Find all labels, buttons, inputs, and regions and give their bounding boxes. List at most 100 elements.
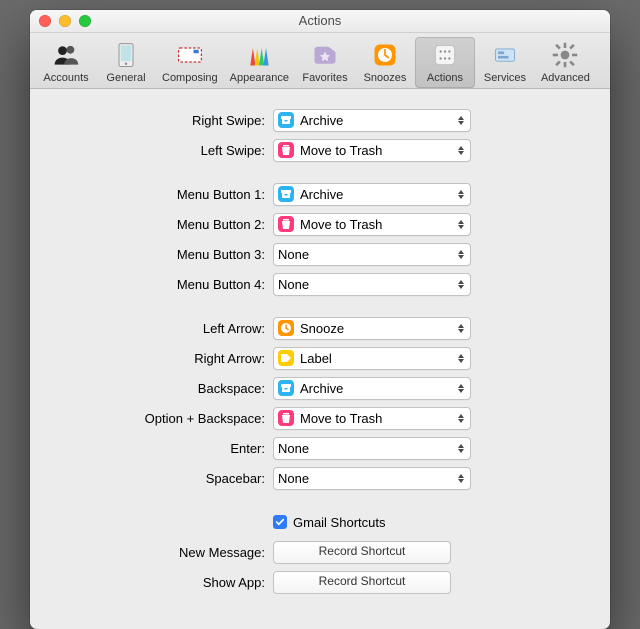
snoozes-icon (369, 39, 401, 71)
swipe-group: Right Swipe: Archive Left Swipe: Move to Tr… (60, 107, 580, 163)
chevron-updown-icon (455, 378, 467, 399)
toolbar-tab-favorites[interactable]: Favorites (295, 37, 355, 88)
composing-icon (174, 39, 206, 71)
swipe-value: Archive (300, 113, 343, 128)
swipe-value: Move to Trash (300, 143, 382, 158)
menu-button-select[interactable]: None (273, 273, 471, 296)
record-shortcut-new-message[interactable]: Record Shortcut (273, 541, 451, 564)
menu-button-row: Menu Button 3: None (60, 241, 580, 267)
key-value: Move to Trash (300, 411, 382, 426)
toolbar-tab-appearance[interactable]: Appearance (224, 37, 295, 88)
toolbar-tab-composing[interactable]: Composing (156, 37, 224, 88)
gmail-shortcuts-label: Gmail Shortcuts (293, 515, 385, 530)
key-row: Left Arrow: Snooze (60, 315, 580, 341)
preferences-toolbar: Accounts General Composing Appearance Fa… (30, 33, 610, 89)
trash-icon (278, 410, 294, 426)
toolbar-tab-accounts[interactable]: Accounts (36, 37, 96, 88)
menu-button-label: Menu Button 1: (60, 187, 273, 202)
preferences-window: Actions Accounts General Composing Ap (30, 10, 610, 629)
trash-icon (278, 216, 294, 232)
chevron-updown-icon (455, 244, 467, 265)
archive-icon (278, 380, 294, 396)
minimize-window-button[interactable] (59, 15, 71, 27)
chevron-updown-icon (455, 408, 467, 429)
titlebar: Actions (30, 10, 610, 33)
menu-button-value: None (278, 247, 309, 262)
general-icon (110, 39, 142, 71)
menu-button-group: Menu Button 1:Archive Menu Button 2:Move … (60, 181, 580, 297)
record-shortcut-show-app[interactable]: Record Shortcut (273, 571, 451, 594)
label-icon (278, 350, 294, 366)
key-label: Enter: (60, 441, 273, 456)
menu-button-select[interactable]: None (273, 243, 471, 266)
key-value: Snooze (300, 321, 344, 336)
key-row: Option + Backspace: Move to Trash (60, 405, 580, 431)
archive-icon (278, 186, 294, 202)
key-row: Enter: None (60, 435, 580, 461)
key-select[interactable]: None (273, 467, 471, 490)
chevron-updown-icon (455, 140, 467, 161)
key-row: Right Arrow: Label (60, 345, 580, 371)
menu-button-select[interactable]: Move to Trash (273, 213, 471, 236)
key-value: Label (300, 351, 332, 366)
toolbar-tab-snoozes[interactable]: Snoozes (355, 37, 415, 88)
shortcuts-group: Gmail Shortcuts New Message: Record Shor… (60, 509, 580, 595)
chevron-updown-icon (455, 318, 467, 339)
key-value: None (278, 441, 309, 456)
actions-icon (429, 39, 461, 71)
key-select[interactable]: None (273, 437, 471, 460)
key-label: Spacebar: (60, 471, 273, 486)
key-select[interactable]: Archive (273, 377, 471, 400)
accounts-icon (50, 39, 82, 71)
menu-button-label: Menu Button 4: (60, 277, 273, 292)
key-select[interactable]: Move to Trash (273, 407, 471, 430)
swipe-row: Right Swipe: Archive (60, 107, 580, 133)
key-label: Left Arrow: (60, 321, 273, 336)
swipe-row: Left Swipe: Move to Trash (60, 137, 580, 163)
menu-button-value: None (278, 277, 309, 292)
swipe-select[interactable]: Move to Trash (273, 139, 471, 162)
zoom-window-button[interactable] (79, 15, 91, 27)
show-app-label: Show App: (60, 575, 273, 590)
key-label: Right Arrow: (60, 351, 273, 366)
chevron-updown-icon (455, 110, 467, 131)
window-title: Actions (30, 10, 610, 32)
key-value: Archive (300, 381, 343, 396)
checkbox-checked-icon (273, 515, 287, 529)
key-value: None (278, 471, 309, 486)
advanced-icon (549, 39, 581, 71)
toolbar-tab-advanced[interactable]: Advanced (535, 37, 596, 88)
snooze-icon (278, 320, 294, 336)
chevron-updown-icon (455, 214, 467, 235)
appearance-icon (243, 39, 275, 71)
chevron-updown-icon (455, 274, 467, 295)
trash-icon (278, 142, 294, 158)
swipe-label: Left Swipe: (60, 143, 273, 158)
menu-button-row: Menu Button 2:Move to Trash (60, 211, 580, 237)
swipe-select[interactable]: Archive (273, 109, 471, 132)
menu-button-select[interactable]: Archive (273, 183, 471, 206)
key-label: Option + Backspace: (60, 411, 273, 426)
key-label: Backspace: (60, 381, 273, 396)
key-select[interactable]: Snooze (273, 317, 471, 340)
menu-button-row: Menu Button 1:Archive (60, 181, 580, 207)
toolbar-tab-services[interactable]: Services (475, 37, 535, 88)
menu-button-value: Move to Trash (300, 217, 382, 232)
toolbar-tab-general[interactable]: General (96, 37, 156, 88)
chevron-updown-icon (455, 184, 467, 205)
close-window-button[interactable] (39, 15, 51, 27)
key-select[interactable]: Label (273, 347, 471, 370)
menu-button-row: Menu Button 4: None (60, 271, 580, 297)
gmail-shortcuts-checkbox[interactable]: Gmail Shortcuts (273, 515, 385, 530)
actions-pane: Right Swipe: Archive Left Swipe: Move to Tr… (30, 89, 610, 629)
chevron-updown-icon (455, 438, 467, 459)
toolbar-tab-actions[interactable]: Actions (415, 37, 475, 88)
key-row: Backspace: Archive (60, 375, 580, 401)
menu-button-label: Menu Button 3: (60, 247, 273, 262)
favorites-icon (309, 39, 341, 71)
swipe-label: Right Swipe: (60, 113, 273, 128)
chevron-updown-icon (455, 348, 467, 369)
chevron-updown-icon (455, 468, 467, 489)
archive-icon (278, 112, 294, 128)
key-row: Spacebar: None (60, 465, 580, 491)
